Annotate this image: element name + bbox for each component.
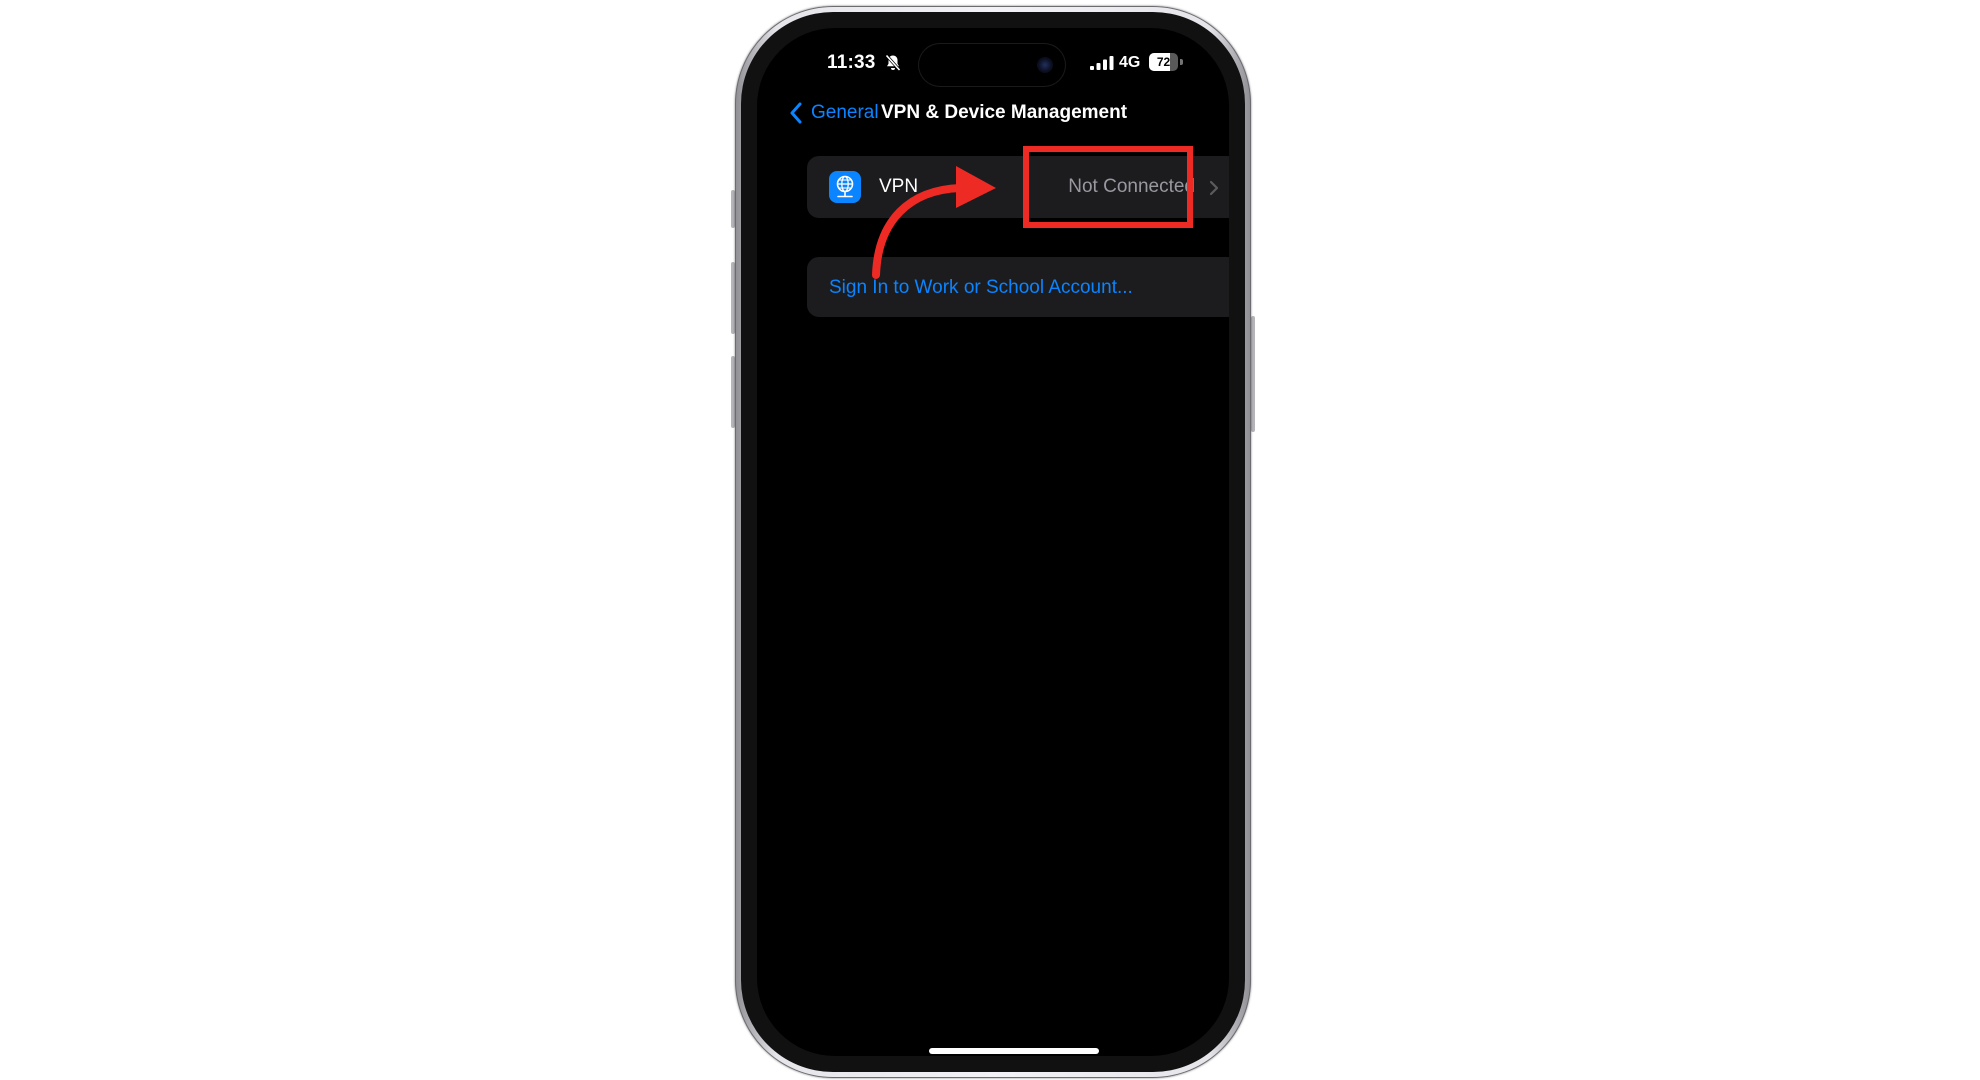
- network-type: 4G: [1119, 54, 1141, 71]
- annotation-highlight-box: [1023, 146, 1193, 228]
- battery-body: 72: [1149, 53, 1178, 71]
- stage: 11:33 4G 72 General VPN & Device Managem…: [0, 0, 1980, 1080]
- dynamic-island: [919, 44, 1065, 86]
- battery-level: 72: [1156, 55, 1171, 69]
- back-label: General: [811, 102, 879, 123]
- annotation-arrow-icon: [872, 166, 996, 279]
- globe-vpn-icon: [829, 171, 861, 203]
- battery-icon: 72: [1149, 53, 1183, 71]
- front-camera: [1037, 57, 1053, 73]
- power-button: [1251, 316, 1255, 432]
- chevron-left-icon: [790, 102, 802, 124]
- chevron-right-icon: [1209, 180, 1219, 196]
- signal-icon: [1090, 56, 1114, 70]
- page-title: VPN & Device Management: [881, 102, 1128, 123]
- back-button[interactable]: General: [789, 98, 879, 128]
- battery-cap: [1180, 59, 1183, 65]
- home-indicator[interactable]: [929, 1048, 1099, 1054]
- status-time: 11:33: [827, 52, 876, 73]
- bell-slash-icon: [885, 54, 901, 72]
